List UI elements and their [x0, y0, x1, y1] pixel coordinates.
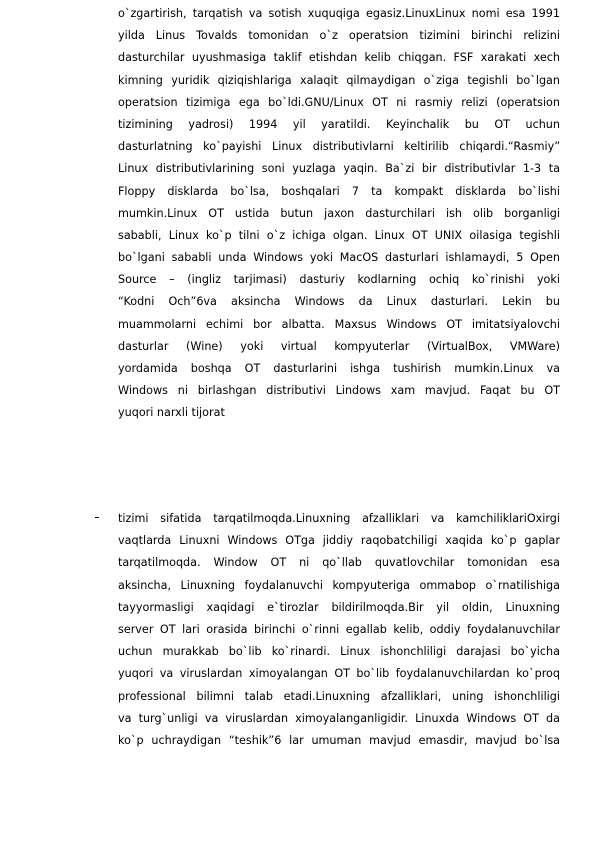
paragraph-1: o`zgartirish, tarqatish va sotish xuquqi…	[118, 0, 560, 425]
text-line: yordamida boshqa OT dasturlarini ishga t…	[118, 362, 560, 375]
text-line: yuqori va viruslardan ximoyalangan OT bo…	[118, 667, 560, 681]
text-line: ko`p uchraydigan “teshik”6 lar umuman ma…	[118, 733, 560, 747]
text-line: server OT lari orasida birinchi o`rinni …	[118, 622, 560, 636]
text-line: o`zgartirish, tarqatish va sotish xuquqi…	[118, 7, 560, 20]
text-line: dasturlar (Wine) yoki virtual kompyuterl…	[118, 339, 560, 353]
text-line: operatsion tizimiga ega bo`ldi.GNU/Linux…	[118, 95, 560, 109]
text-line: Floppy disklarda bo`lsa, boshqalari 7 ta…	[118, 184, 560, 198]
text-line: kimning yuridik qiziqishlariga xalaqit q…	[118, 73, 560, 87]
text-line: bo`lgani sababli unda Windows yoki MacOS…	[118, 251, 560, 265]
text-line: aksincha, Linuxning foydalanuvchi kompyu…	[118, 578, 560, 592]
text-line: dasturchilar uyushmasiga taklif etishdan…	[118, 51, 560, 65]
text-line: vaqtlarda Linuxni Windows OTga jiddiy ra…	[118, 534, 560, 548]
text-line: va turg`unligi va viruslardan ximoyalang…	[118, 711, 560, 725]
text-line: tarqatilmoqda. Window OT ni qo`llab quva…	[118, 556, 560, 570]
text-line: yuqori narxli tijorat	[118, 406, 225, 420]
text-line: dasturlatning ko`payishi Linux distribut…	[118, 140, 560, 154]
text-line: tayyormasligi xaqidagi e`tirozlar bildir…	[118, 600, 560, 614]
text-line: tizimi sifatida tarqatilmoqda.Linuxning …	[118, 512, 560, 525]
text-line: “Kodni Och”6va aksincha Windows da Linux…	[118, 295, 560, 309]
text-line: Source – (ingliz tarjimasi) dasturiy kod…	[118, 273, 560, 287]
text-line: mumkin.Linux OT ustida butun jaxon dastu…	[118, 206, 560, 220]
text-line: sababli, Linux ko`p tilni o`z ichiga olg…	[118, 228, 560, 242]
text-line: yilda Linus Tovalds tomonidan o`z operat…	[118, 29, 560, 43]
text-line: professional bilimni talab etadi.Linuxni…	[118, 689, 560, 703]
text-line: muammolarni echimi bor albatta. Maxsus W…	[118, 317, 560, 331]
text-line: uchun murakkab bo`lib ko`rinardi. Linux …	[118, 645, 560, 659]
text-line: Linux distributivlarining soni yuzlaga y…	[118, 162, 560, 176]
bullet-marker	[95, 517, 99, 518]
paragraph-2: tizimi sifatida tarqatilmoqda.Linuxning …	[95, 508, 560, 752]
text-line: tizimining yadrosi) 1994 yil yaratildi. …	[118, 117, 560, 131]
text-line: Windows ni birlashgan distributivi Lindo…	[118, 384, 560, 398]
